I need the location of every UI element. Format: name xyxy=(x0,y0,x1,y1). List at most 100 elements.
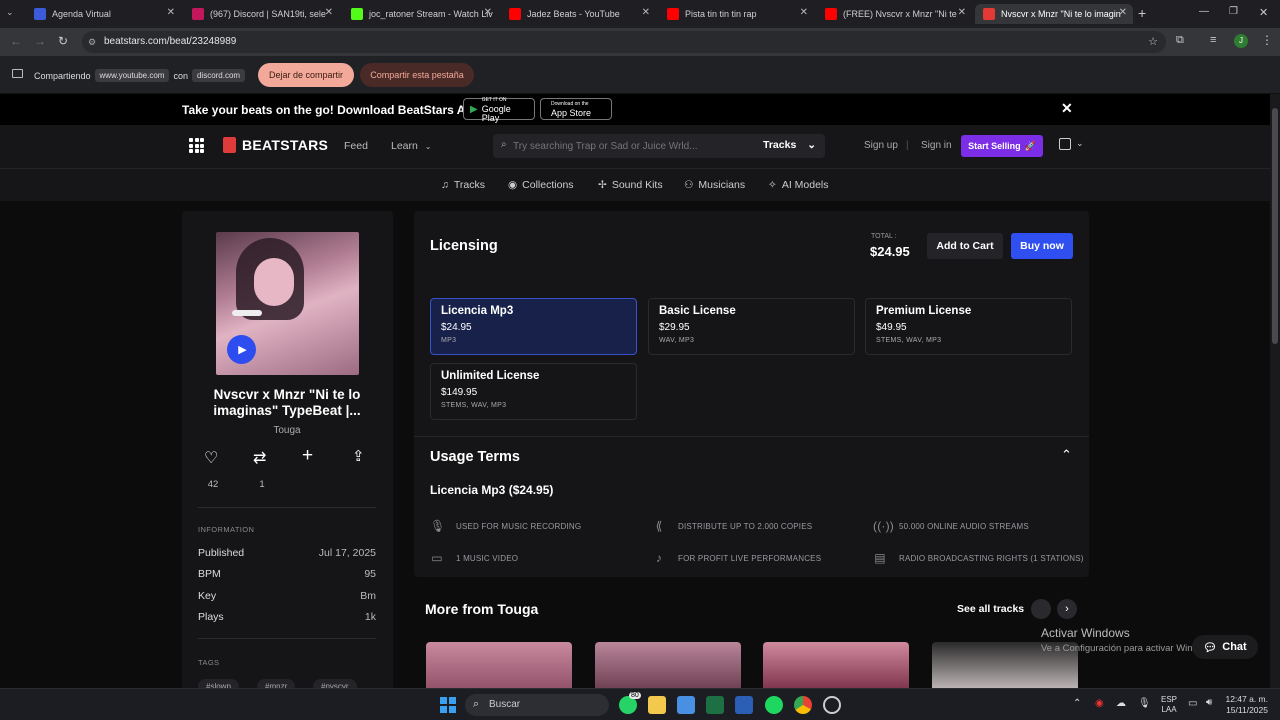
sign-up-link[interactable]: Sign up xyxy=(864,140,898,151)
license-option[interactable]: Premium License $49.95 STEMS, WAV, MP3 xyxy=(865,298,1072,355)
taskbar-search[interactable]: ⌕ Buscar xyxy=(465,694,609,716)
page-scrollbar[interactable] xyxy=(1270,94,1280,688)
nav-feed-link[interactable]: Feed xyxy=(344,140,368,152)
reload-icon[interactable]: ↻ xyxy=(58,34,68,48)
site-info-icon[interactable]: ⚙ xyxy=(88,31,96,53)
license-name: Unlimited License xyxy=(441,370,540,382)
browser-tab[interactable]: (967) Discord | SAN19ti, sele ✕ xyxy=(184,4,339,24)
add-to-playlist-icon[interactable]: + xyxy=(302,445,313,467)
collapse-chevron-icon[interactable]: ⌃ xyxy=(1061,447,1072,463)
search-box[interactable]: ⌕ Tracks ⌄ xyxy=(493,134,825,158)
tab-title: Jadez Beats - YouTube xyxy=(527,9,620,19)
close-banner-icon[interactable]: ✕ xyxy=(1061,100,1073,117)
search-scope-dropdown[interactable]: Tracks ⌄ xyxy=(763,139,816,151)
share-icon[interactable]: ⇪ xyxy=(352,447,365,465)
license-option[interactable]: Unlimited License $149.95 STEMS, WAV, MP… xyxy=(430,363,637,420)
profile-avatar[interactable]: J xyxy=(1234,34,1248,48)
cart-icon[interactable] xyxy=(1059,138,1071,150)
excel-icon[interactable] xyxy=(706,696,724,714)
store-icon[interactable] xyxy=(677,696,695,714)
carousel-prev-button[interactable] xyxy=(1031,599,1051,619)
app-store-label: App Store xyxy=(551,108,592,118)
buy-now-button[interactable]: Buy now xyxy=(1011,233,1073,259)
subnav-ai-models[interactable]: ✧ AI Models xyxy=(768,179,829,191)
track-thumbnail[interactable] xyxy=(426,642,572,688)
minimize-icon[interactable]: — xyxy=(1199,6,1209,17)
track-thumbnail[interactable] xyxy=(595,642,741,688)
carousel-next-button[interactable]: › xyxy=(1057,599,1077,619)
volume-icon[interactable]: 🔊︎ xyxy=(1206,697,1212,708)
start-selling-button[interactable]: Start Selling 🚀 xyxy=(961,135,1043,157)
media-icon[interactable]: ≡ xyxy=(1210,34,1216,46)
google-play-button[interactable]: ▶ GET IT ON Google Play xyxy=(463,97,535,122)
menu-icon[interactable]: ⋮ xyxy=(1261,33,1273,47)
see-all-tracks-link[interactable]: See all tracks xyxy=(957,603,1024,615)
tag-chip[interactable]: #mnzr xyxy=(257,679,296,688)
word-icon[interactable] xyxy=(735,696,753,714)
play-button[interactable]: ▶ xyxy=(227,335,256,364)
close-window-icon[interactable]: ✕ xyxy=(1259,6,1268,19)
apps-grid-icon[interactable] xyxy=(189,138,204,153)
like-icon[interactable]: ♡ xyxy=(204,448,218,468)
tray-chevron-icon[interactable]: ⌃ xyxy=(1073,698,1081,709)
share-this-tab-button[interactable]: Compartir esta pestaña xyxy=(360,63,474,87)
add-to-cart-button[interactable]: Add to Cart xyxy=(927,233,1003,259)
subnav-musicians[interactable]: ⚇ Musicians xyxy=(684,179,745,191)
app-promo-banner: Take your beats on the go! Download Beat… xyxy=(0,94,1270,125)
information-heading: INFORMATION xyxy=(198,525,255,534)
back-icon[interactable]: ← xyxy=(10,34,22,48)
network-icon[interactable]: ▭ xyxy=(1188,698,1197,709)
start-icon[interactable] xyxy=(440,697,456,713)
search-input[interactable] xyxy=(513,138,743,154)
license-option-selected[interactable]: Licencia Mp3 $24.95 MP3 xyxy=(430,298,637,355)
browser-tab[interactable]: Jadez Beats - YouTube ✕ xyxy=(501,4,656,24)
tag-chip[interactable]: #slowp xyxy=(198,679,239,688)
chevron-down-icon[interactable]: ⌄ xyxy=(1076,138,1084,149)
file-explorer-icon[interactable] xyxy=(648,696,666,714)
forward-icon[interactable]: → xyxy=(34,34,46,48)
language-indicator[interactable]: ESP LAA xyxy=(1161,695,1177,715)
browser-tab[interactable]: joc_ratoner Stream - Watch Liv ✕ xyxy=(343,4,498,24)
app-icon[interactable] xyxy=(823,696,841,714)
clock[interactable]: 12:47 a. m. 15/11/2025 xyxy=(1223,694,1268,716)
close-tab-icon[interactable]: ✕ xyxy=(958,7,966,18)
close-tab-icon[interactable]: ✕ xyxy=(642,7,650,18)
beatstars-logo[interactable]: BEATSTARS xyxy=(223,137,328,153)
app-store-button[interactable]: Download on the App Store xyxy=(540,98,612,120)
play-icon: ▶ xyxy=(238,344,247,356)
nav-learn-link[interactable]: Learn ⌄ xyxy=(391,140,431,152)
chrome-icon[interactable] xyxy=(794,696,812,714)
repost-icon[interactable]: ⇄ xyxy=(253,448,266,468)
browser-tab[interactable]: Pista tin tin tin rap ✕ xyxy=(659,4,814,24)
subnav-label: Collections xyxy=(522,179,574,191)
tray-mic-icon[interactable]: 🎙︎ xyxy=(1138,698,1151,709)
tray-app-icon[interactable]: ◉ xyxy=(1095,698,1104,709)
subnav-sound-kits[interactable]: ✢ Sound Kits xyxy=(598,179,663,191)
subnav-collections[interactable]: ◉ Collections xyxy=(508,179,574,191)
sign-in-link[interactable]: Sign in xyxy=(921,140,952,151)
tab-search-button[interactable]: ⌄ xyxy=(6,7,14,18)
close-tab-icon[interactable]: ✕ xyxy=(484,7,492,18)
track-thumbnail[interactable] xyxy=(763,642,909,688)
browser-tab-active[interactable]: Nvscvr x Mnzr "Ni te lo imagin ✕ xyxy=(975,4,1133,24)
close-tab-icon[interactable]: ✕ xyxy=(167,7,175,18)
close-tab-icon[interactable]: ✕ xyxy=(1119,7,1127,18)
close-tab-icon[interactable]: ✕ xyxy=(325,7,333,18)
usage-term: ((·)) 50.000 ONLINE AUDIO STREAMS xyxy=(873,519,1029,533)
tray-cloud-icon[interactable]: ☁ xyxy=(1116,698,1126,709)
close-tab-icon[interactable]: ✕ xyxy=(800,7,808,18)
license-option[interactable]: Basic License $29.95 WAV, MP3 xyxy=(648,298,855,355)
url-input[interactable]: ⚙ beatstars.com/beat/23248989 ☆ xyxy=(82,31,1166,53)
subnav-tracks[interactable]: ♫ Tracks xyxy=(441,179,485,191)
bookmark-star-icon[interactable]: ☆ xyxy=(1148,31,1158,53)
browser-tab[interactable]: Agenda Virtual ✕ xyxy=(26,4,181,24)
extensions-icon[interactable]: ⧉ xyxy=(1176,34,1184,47)
chat-button[interactable]: 💬︎ Chat xyxy=(1192,635,1258,659)
maximize-icon[interactable]: ❐ xyxy=(1229,6,1238,17)
spotify-icon[interactable] xyxy=(765,696,783,714)
stop-sharing-button[interactable]: Dejar de compartir xyxy=(258,63,354,87)
producer-link[interactable]: Touga xyxy=(198,425,376,436)
browser-tab[interactable]: (FREE) Nvscvr x Mnzr "Ni te ✕ xyxy=(817,4,972,24)
new-tab-icon[interactable]: + xyxy=(1138,5,1146,21)
tag-chip[interactable]: #nvscvr xyxy=(313,679,357,688)
